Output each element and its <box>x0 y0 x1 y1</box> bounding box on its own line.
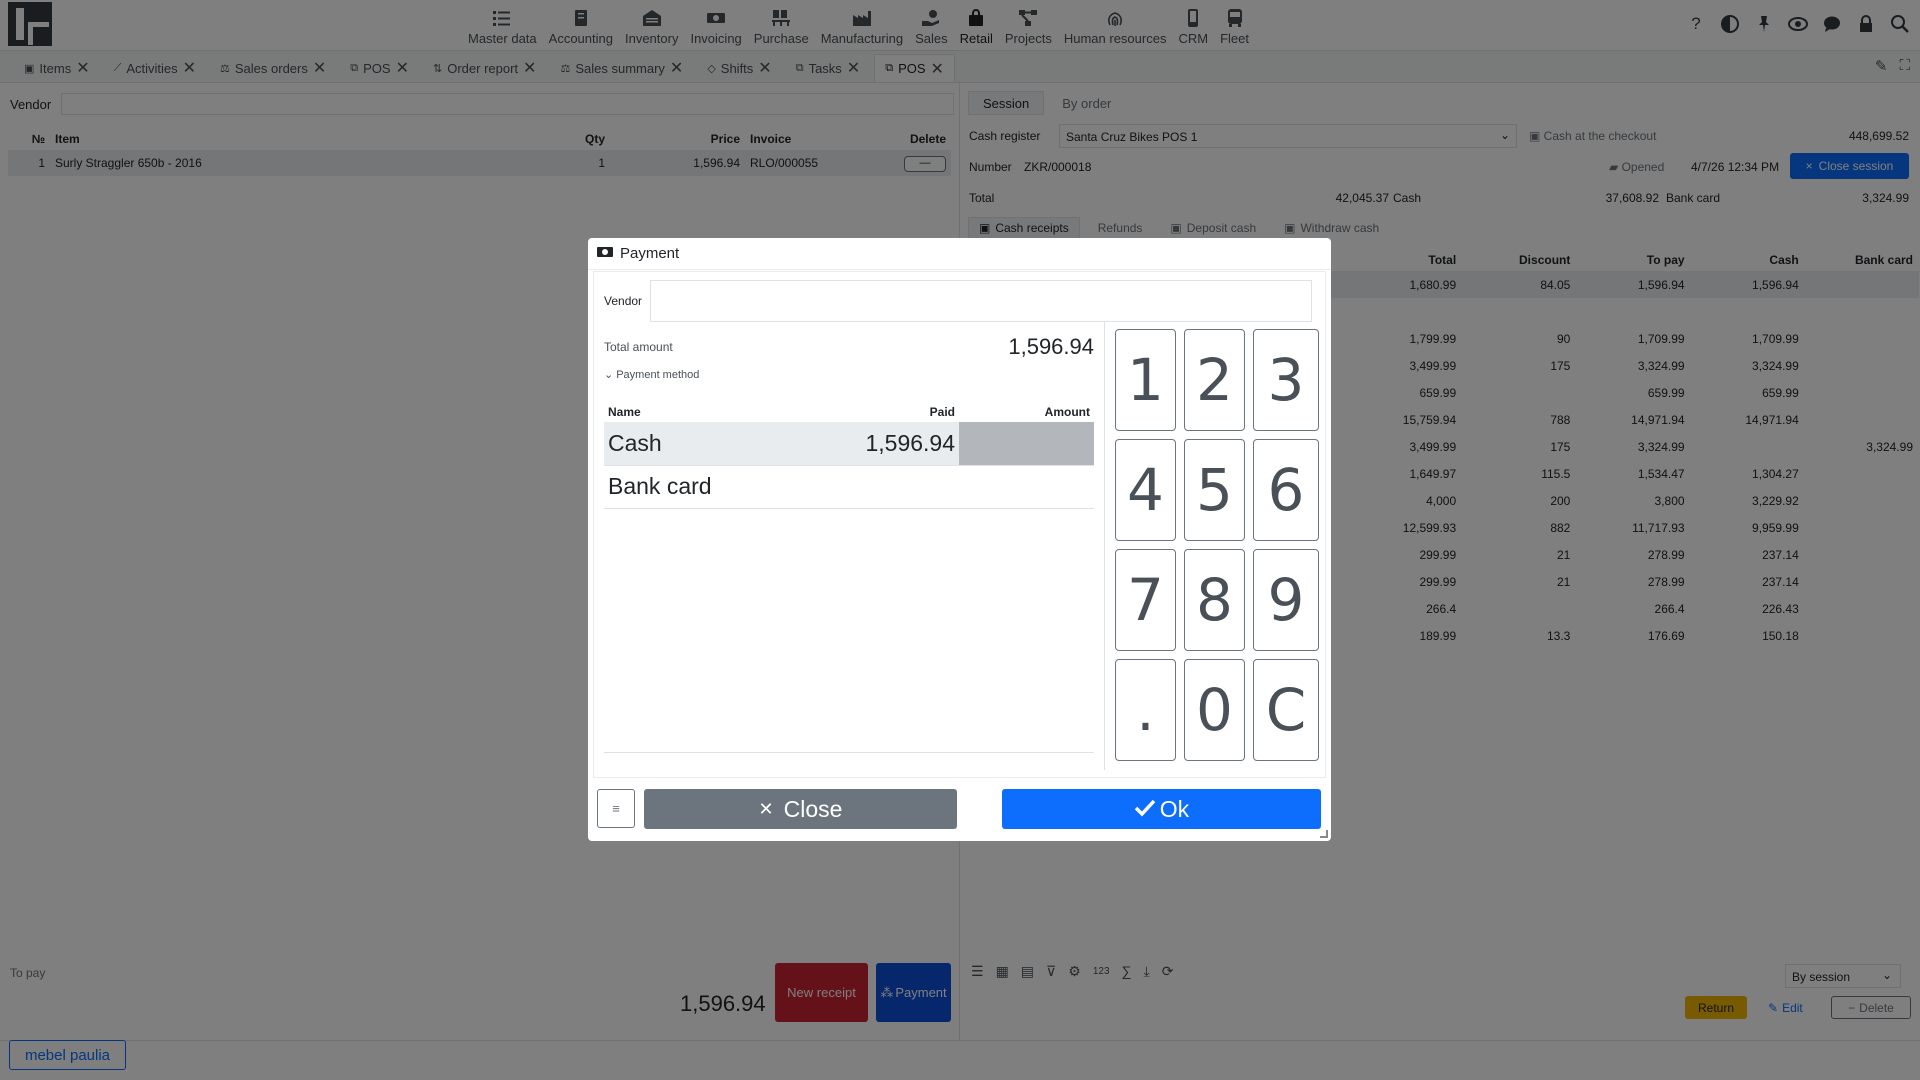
key-decimal[interactable]: . <box>1115 659 1176 761</box>
cash-icon <box>596 245 614 263</box>
payment-method-toggle[interactable]: ⌄ Payment method <box>604 368 700 382</box>
numeric-keypad: 123456789.0C <box>1115 329 1319 767</box>
key-7[interactable]: 7 <box>1115 549 1176 651</box>
modal-vendor-input[interactable] <box>650 280 1313 322</box>
payment-dialog-header: Payment <box>588 238 1331 270</box>
close-icon: ✕ <box>758 798 774 819</box>
divider <box>604 752 1094 753</box>
key-2[interactable]: 2 <box>1184 329 1245 431</box>
close-button-label: Close <box>783 795 843 822</box>
chevron-down-icon: ⌄ <box>604 369 614 381</box>
ok-button[interactable]: Ok <box>1002 789 1321 829</box>
key-6[interactable]: 6 <box>1253 439 1319 541</box>
modal-vendor-row: Vendor <box>604 280 1313 322</box>
payment-dialog-body: Vendor Total amount 1,596.94 ⌄ Payment m… <box>593 271 1326 778</box>
payment-method-row[interactable]: Bank card <box>604 465 1094 509</box>
payment-methods-table: Name Paid Amount Cash 1,596.94 Bank card <box>604 402 1094 509</box>
method-name: Bank card <box>604 465 854 509</box>
method-amount-input[interactable] <box>959 465 1094 509</box>
ok-button-label: Ok <box>1159 795 1190 822</box>
check-icon <box>1134 796 1156 823</box>
key-1[interactable]: 1 <box>1115 329 1176 431</box>
total-amount-label: Total amount <box>604 340 673 354</box>
total-amount-value: 1,596.94 <box>1008 334 1094 359</box>
sliders-icon[interactable]: ≡ <box>597 789 635 828</box>
method-name: Cash <box>604 422 854 466</box>
payment-method-row[interactable]: Cash 1,596.94 <box>604 422 1094 466</box>
col-name: Name <box>608 405 641 419</box>
method-paid: 1,596.94 <box>854 422 959 466</box>
key-0[interactable]: 0 <box>1184 659 1245 761</box>
payment-dialog-title: Payment <box>620 245 680 262</box>
payment-dialog: Payment Vendor Total amount 1,596.94 ⌄ P… <box>588 238 1331 841</box>
payment-method-label: Payment method <box>616 368 700 381</box>
modal-vendor-label: Vendor <box>604 294 643 308</box>
key-3[interactable]: 3 <box>1253 329 1319 431</box>
key-9[interactable]: 9 <box>1253 549 1319 651</box>
resize-handle[interactable] <box>1320 830 1328 838</box>
method-amount-input[interactable] <box>959 422 1094 466</box>
col-amount: Amount <box>1044 405 1090 419</box>
key-4[interactable]: 4 <box>1115 439 1176 541</box>
method-paid <box>854 465 959 509</box>
key-5[interactable]: 5 <box>1184 439 1245 541</box>
key-clear[interactable]: C <box>1253 659 1319 761</box>
col-paid: Paid <box>929 405 955 419</box>
close-button[interactable]: ✕ Close <box>644 789 957 829</box>
divider <box>1104 322 1105 770</box>
key-8[interactable]: 8 <box>1184 549 1245 651</box>
